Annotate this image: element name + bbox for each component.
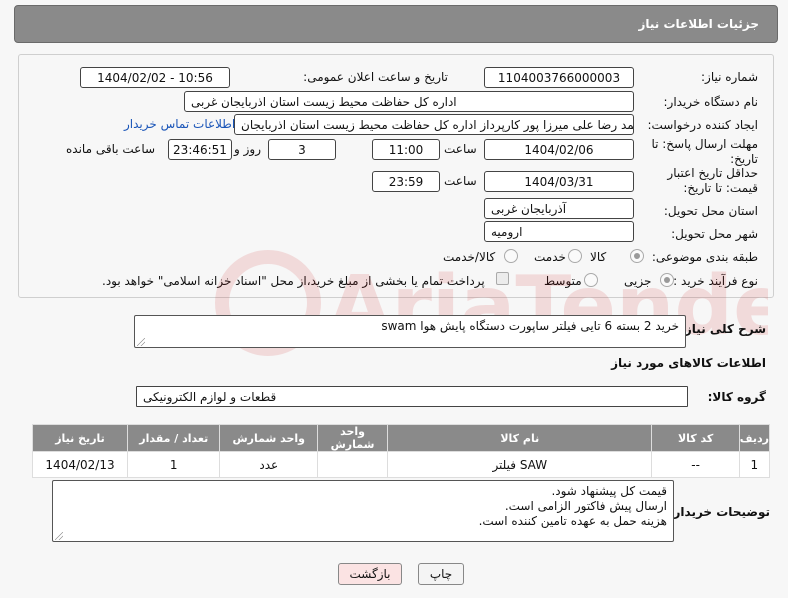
need-number-label: شماره نیاز: [701,70,758,84]
description-textarea[interactable]: خرید 2 بسته 6 تایی فیلتر ساپورت دستگاه پ… [134,315,686,348]
buyer-notes-label: توضیحات خریدار: [668,505,770,519]
remaining-time-field[interactable]: 23:46:51 [168,139,232,160]
announce-datetime-label: تاریخ و ساعت اعلان عمومی: [303,70,448,84]
requester-label: ایجاد کننده درخواست: [647,118,758,132]
buyer-contact-link[interactable]: اطلاعات تماس خریدار [124,117,235,131]
description-text: خرید 2 بسته 6 تایی فیلتر ساپورت دستگاه پ… [381,319,679,333]
goods-group-label: گروه کالا: [707,390,766,404]
price-validity-time[interactable]: 23:59 [372,171,440,192]
cell-unit: عدد [219,451,319,478]
goods-group-field[interactable]: قطعات و لوازم الکترونیکی [136,386,688,407]
buyer-note-line: هزینه حمل به عهده تامین کننده است. [478,514,667,528]
buyer-org-field[interactable]: اداره کل حفاظت محیط زیست استان اذربایجان… [184,91,634,112]
goods-table: تاریخ نیاز تعداد / مقدار واحد شمارش واحد… [31,424,771,478]
cell-row-number: 1 [738,451,771,478]
col-unit: واحد شمارش [219,424,319,452]
cell-need-date: 1404/02/13 [31,451,129,478]
table-header-row: تاریخ نیاز تعداد / مقدار واحد شمارش واحد… [31,424,771,452]
price-validity-label: حداقل تاریخ اعتبار قیمت: تا تاریخ: [667,166,758,195]
cell-quantity: 1 [127,451,221,478]
reply-deadline-label: مهلت ارسال پاسخ: تا تاریخ: [651,137,758,166]
reply-deadline-days[interactable]: 3 [268,139,336,160]
reply-deadline-time-label: ساعت [444,142,477,156]
announce-datetime-field[interactable]: 1404/02/02 - 10:56 [80,67,230,88]
delivery-province-label: استان محل تحویل: [663,204,758,218]
need-number-field[interactable]: 1104003766000003 [484,67,634,88]
buyer-note-line: قیمت کل پیشنهاد شود. [551,484,667,498]
table-row[interactable]: 1404/02/13 1 عدد فیلتر SAW -- 1 [31,451,771,478]
remaining-time-label: ساعت باقی مانده [66,142,156,156]
col-item-code: کد کالا [651,424,740,452]
price-validity-time-label: ساعت [444,174,477,188]
print-button[interactable]: چاپ [418,563,464,585]
watermark-logo: AriaTender.neT [208,238,788,368]
col-quantity: تعداد / مقدار [127,424,221,452]
buyer-org-label: نام دستگاه خریدار: [663,95,759,109]
reply-deadline-date[interactable]: 1404/02/06 [484,139,634,160]
delivery-province-field[interactable]: آذربایجان غربی [484,198,634,219]
col-row-number: ردیف [738,424,771,452]
cell-spacer [317,451,389,478]
cell-item-name: فیلتر SAW [387,451,653,478]
col-item-name: نام کالا [387,424,653,452]
requester-field[interactable]: محمد رضا علی میرزا پور کارپرداز اداره کل… [234,114,634,135]
description-label: شرح کلی نیاز: [680,322,766,336]
col-unit-count: واحد شمارش [317,424,389,452]
col-need-date: تاریخ نیاز [31,424,129,452]
resize-handle[interactable] [137,338,145,346]
resize-handle[interactable] [55,532,63,540]
page-header: جزئیات اطلاعات نیاز [14,5,778,43]
watermark-graphic: AriaTender.neT [215,250,788,356]
back-button[interactable]: بازگشت [338,563,402,585]
days-label: روز و [234,142,261,156]
cell-item-code: -- [651,451,740,478]
page-title: جزئیات اطلاعات نیاز [638,17,759,31]
buyer-notes-textarea[interactable]: قیمت کل پیشنهاد شود. ارسال پیش فاکتور ال… [52,480,674,542]
buyer-note-line: ارسال پیش فاکتور الزامی است. [504,499,667,513]
price-validity-date[interactable]: 1404/03/31 [484,171,634,192]
goods-info-title: اطلاعات کالاهای مورد نیاز [611,356,766,370]
reply-deadline-time[interactable]: 11:00 [372,139,440,160]
